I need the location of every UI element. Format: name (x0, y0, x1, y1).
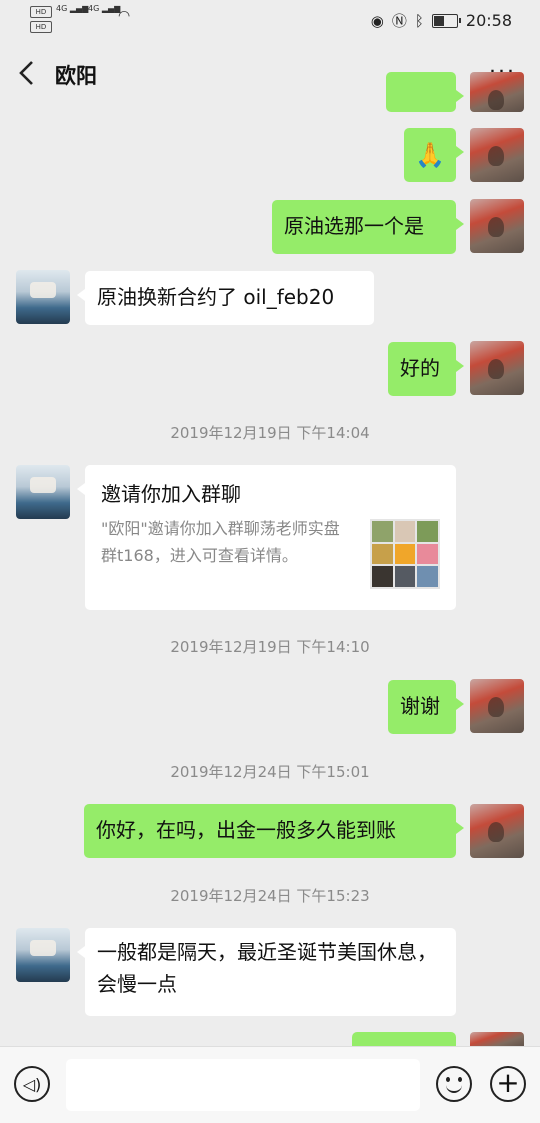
timestamp: 2019年12月24日 下午15:01 (170, 763, 370, 781)
avatar[interactable] (470, 72, 524, 112)
network-type: 4G (88, 4, 100, 13)
timestamp: 2019年12月19日 下午14:10 (170, 638, 370, 656)
message-text: 谢谢 (400, 694, 440, 718)
message-bubble-sent[interactable]: 你好，在吗，出金一般多久能到账 (84, 804, 464, 858)
my-avatar[interactable] (470, 199, 524, 253)
voice-input-button[interactable]: ◁) (14, 1066, 50, 1102)
emoji-button[interactable] (436, 1066, 472, 1102)
message-text: 原油换新合约了 oil_feb20 (97, 285, 335, 309)
contact-avatar[interactable] (16, 270, 70, 324)
status-bar: HD HD 4G ▂▄▆ 4G ▂▄▆ ◠ ◉ Ⓝ ᛒ 20:58 (0, 0, 540, 40)
timestamp: 2019年12月19日 下午14:04 (170, 424, 370, 442)
hd-badge: HD (30, 6, 52, 18)
message-text: 你好，在吗，出金一般多久能到账 (96, 818, 396, 842)
message-input[interactable] (66, 1059, 420, 1111)
clock: 20:58 (465, 11, 512, 30)
more-functions-button[interactable]: + (490, 1066, 526, 1102)
eye-icon: ◉ (370, 11, 384, 30)
my-avatar[interactable] (470, 804, 524, 858)
card-description: "欧阳"邀请你加入群聊荡老师实盘群t168，进入可查看详情。 (101, 519, 340, 565)
battery-icon (431, 13, 461, 28)
hd-badge: HD (30, 21, 52, 33)
back-button[interactable] (16, 58, 40, 88)
message-text: 一般都是隔天，最近圣诞节美国休息，会慢一点 (97, 940, 437, 996)
wifi-icon: ◠ (118, 8, 131, 24)
contact-avatar[interactable] (16, 928, 70, 982)
my-avatar[interactable] (470, 679, 524, 733)
folded-hands-emoji: 🙏 (415, 141, 445, 169)
message-bubble-partial[interactable] (386, 72, 464, 112)
bluetooth-icon: ᛒ (414, 11, 424, 30)
message-bubble-sent[interactable]: 好的 (388, 342, 464, 396)
chat-title: 欧阳 (55, 64, 97, 88)
my-avatar[interactable] (470, 341, 524, 395)
card-title: 邀请你加入群聊 (101, 482, 241, 506)
input-bar: ◁) + (0, 1046, 540, 1123)
chevron-left-icon (19, 61, 33, 85)
signal-icon: 4G ▂▄▆ (56, 4, 89, 13)
nfc-icon: Ⓝ (391, 12, 407, 30)
group-avatar-grid (370, 519, 440, 589)
sim-indicators: HD HD (30, 6, 52, 36)
message-bubble-sent[interactable]: 谢谢 (388, 680, 464, 734)
message-text: 原油选那一个是 (284, 214, 424, 238)
message-bubble-sent[interactable]: 🙏 (404, 128, 464, 182)
message-bubble-received[interactable]: 原油换新合约了 oil_feb20 (77, 271, 374, 325)
status-right: ◉ Ⓝ ᛒ 20:58 (371, 10, 512, 31)
group-invite-card[interactable]: 邀请你加入群聊 "欧阳"邀请你加入群聊荡老师实盘群t168，进入可查看详情。 (77, 465, 456, 610)
timestamp: 2019年12月24日 下午15:23 (170, 887, 370, 905)
signal-icon: 4G ▂▄▆ (88, 4, 121, 13)
my-avatar[interactable] (470, 128, 524, 182)
contact-avatar[interactable] (16, 465, 70, 519)
message-text: 好的 (400, 356, 440, 380)
message-bubble-received[interactable]: 一般都是隔天，最近圣诞节美国休息，会慢一点 (77, 928, 456, 1016)
message-bubble-sent[interactable]: 原油选那一个是 (272, 200, 464, 254)
network-type: 4G (56, 4, 68, 13)
voice-icon: ◁) (22, 1074, 42, 1094)
